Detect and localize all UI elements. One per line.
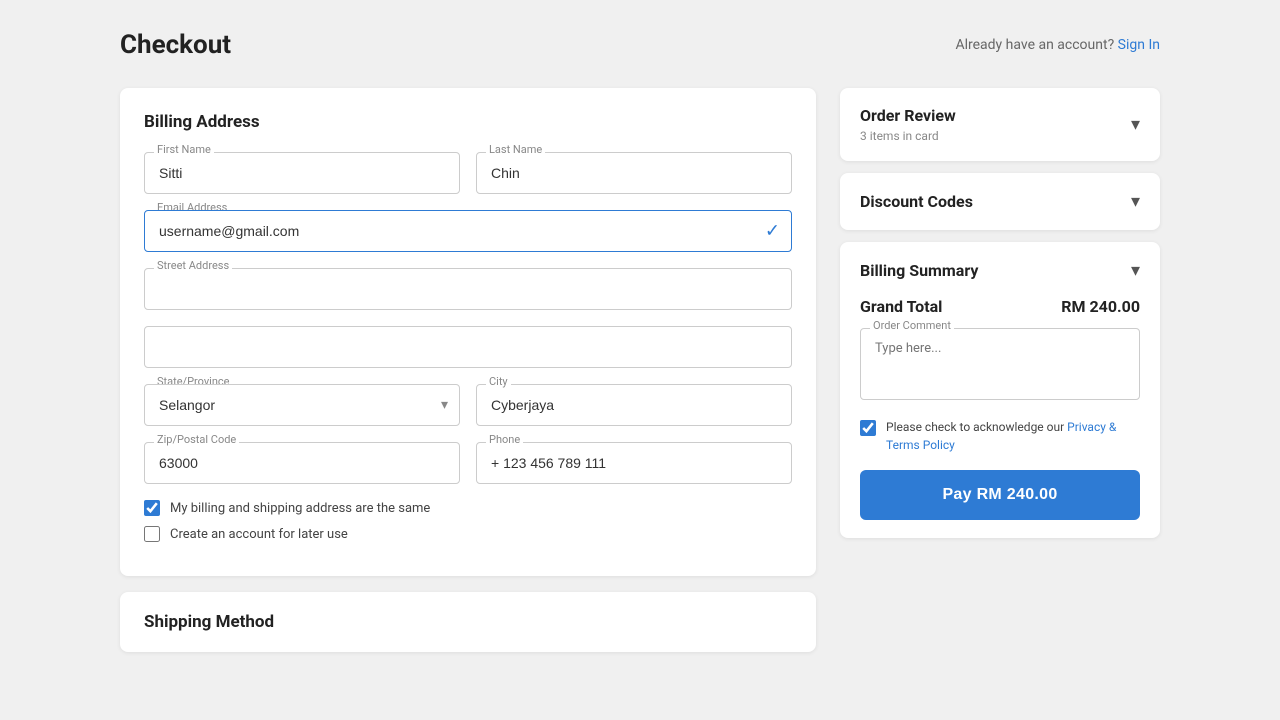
first-name-label: First Name: [154, 143, 214, 156]
street-row-1: Street Address: [144, 268, 792, 310]
privacy-row: Please check to acknowledge our Privacy …: [860, 418, 1140, 454]
last-name-label: Last Name: [486, 143, 545, 156]
phone-group: Phone: [476, 442, 792, 484]
discount-header[interactable]: Discount Codes ▾: [860, 191, 1140, 212]
last-name-group: Last Name: [476, 152, 792, 194]
email-input[interactable]: [144, 210, 792, 252]
grand-total-value: RM 240.00: [1061, 297, 1140, 316]
street-group-2: [144, 326, 792, 368]
same-address-label: My billing and shipping address are the …: [170, 501, 430, 516]
city-group: City: [476, 384, 792, 426]
same-address-row: My billing and shipping address are the …: [144, 500, 792, 516]
billing-summary-title: Billing Summary: [860, 261, 978, 280]
grand-total-label: Grand Total: [860, 297, 942, 316]
first-name-group: First Name: [144, 152, 460, 194]
street-label: Street Address: [154, 259, 232, 272]
order-comment-textarea[interactable]: [860, 328, 1140, 400]
discount-codes-card: Discount Codes ▾: [840, 173, 1160, 230]
state-group: State/Province Selangor ▾: [144, 384, 460, 426]
email-input-wrapper: ✓: [144, 210, 792, 252]
sign-in-link[interactable]: Sign In: [1118, 37, 1160, 53]
email-check-icon: ✓: [765, 221, 780, 242]
grand-total-row: Grand Total RM 240.00: [860, 297, 1140, 316]
order-review-header-left: Order Review 3 items in card: [860, 106, 956, 143]
left-panel: Billing Address First Name Last Name: [120, 88, 816, 652]
sign-in-area: Already have an account? Sign In: [955, 37, 1160, 53]
city-input[interactable]: [476, 384, 792, 426]
zip-label: Zip/Postal Code: [154, 433, 239, 446]
privacy-link1-text: Privacy &: [1067, 420, 1116, 434]
state-select[interactable]: Selangor: [144, 384, 460, 426]
right-panel: Order Review 3 items in card ▾ Discount …: [840, 88, 1160, 550]
city-label: City: [486, 375, 511, 388]
already-account-text: Already have an account?: [955, 37, 1114, 53]
page-title: Checkout: [120, 30, 231, 60]
create-account-checkbox[interactable]: [144, 526, 160, 542]
discount-chevron-icon: ▾: [1131, 191, 1140, 212]
billing-summary-header[interactable]: Billing Summary ▾: [860, 260, 1140, 281]
order-review-card: Order Review 3 items in card ▾: [840, 88, 1160, 161]
street-input-1[interactable]: [144, 268, 792, 310]
top-header: Checkout Already have an account? Sign I…: [120, 30, 1160, 60]
privacy-text: Please check to acknowledge our Privacy …: [886, 418, 1116, 454]
terms-policy-link[interactable]: Terms Policy: [886, 438, 955, 452]
shipping-method-card: Shipping Method: [120, 592, 816, 652]
main-content: Billing Address First Name Last Name: [120, 88, 1160, 652]
name-row: First Name Last Name: [144, 152, 792, 194]
create-account-label: Create an account for later use: [170, 527, 348, 542]
street-row-2: [144, 326, 792, 368]
order-review-header[interactable]: Order Review 3 items in card ▾: [860, 106, 1140, 143]
privacy-checkbox[interactable]: [860, 420, 876, 436]
shipping-title: Shipping Method: [144, 612, 792, 632]
email-row: Email Address ✓: [144, 210, 792, 252]
first-name-input[interactable]: [144, 152, 460, 194]
zip-input[interactable]: [144, 442, 460, 484]
order-review-title: Order Review: [860, 106, 956, 125]
billing-address-card: Billing Address First Name Last Name: [120, 88, 816, 576]
phone-input[interactable]: [476, 442, 792, 484]
state-select-wrapper: Selangor ▾: [144, 384, 460, 426]
billing-summary-chevron-icon: ▾: [1131, 260, 1140, 281]
street-group-1: Street Address: [144, 268, 792, 310]
billing-summary-card: Billing Summary ▾ Grand Total RM 240.00 …: [840, 242, 1160, 538]
discount-title: Discount Codes: [860, 192, 973, 211]
create-account-row: Create an account for later use: [144, 526, 792, 542]
order-comment-group: Order Comment: [860, 328, 1140, 404]
order-comment-label: Order Comment: [870, 319, 954, 332]
billing-section-title: Billing Address: [144, 112, 792, 132]
privacy-text-before: Please check to acknowledge our: [886, 420, 1067, 434]
order-review-chevron-icon: ▾: [1131, 114, 1140, 135]
street-input-2[interactable]: [144, 326, 792, 368]
zip-phone-row: Zip/Postal Code Phone: [144, 442, 792, 484]
last-name-input[interactable]: [476, 152, 792, 194]
pay-button[interactable]: Pay RM 240.00: [860, 470, 1140, 520]
phone-label: Phone: [486, 433, 523, 446]
state-city-row: State/Province Selangor ▾ City: [144, 384, 792, 426]
zip-group: Zip/Postal Code: [144, 442, 460, 484]
email-group: Email Address ✓: [144, 210, 792, 252]
order-review-subtitle: 3 items in card: [860, 129, 956, 143]
same-address-checkbox[interactable]: [144, 500, 160, 516]
privacy-link2-text: Terms Policy: [886, 438, 955, 452]
privacy-policy-link[interactable]: Privacy &: [1067, 420, 1116, 434]
